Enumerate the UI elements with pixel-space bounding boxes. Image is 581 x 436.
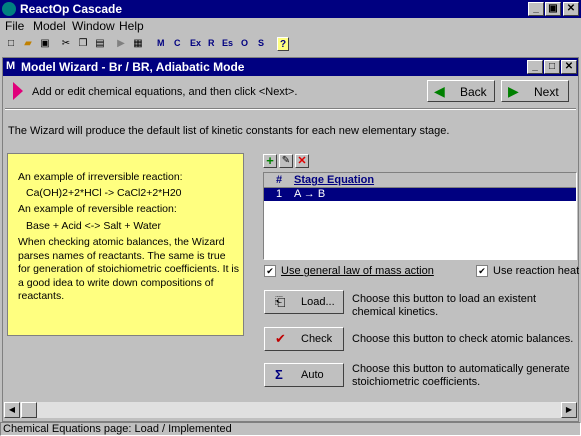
header-divider bbox=[5, 108, 576, 110]
wizard-close-button[interactable]: ✕ bbox=[561, 60, 577, 74]
load-icon: ⎗ bbox=[275, 294, 286, 309]
reaction-heat-checkbox[interactable]: ✔ bbox=[476, 265, 488, 277]
app-title: ReactOp Cascade bbox=[20, 2, 123, 16]
toolbar-s-button[interactable]: S bbox=[258, 38, 264, 48]
pointer-icon bbox=[13, 82, 23, 100]
menu-help[interactable]: Help bbox=[119, 19, 144, 33]
next-button[interactable]: ▶ Next bbox=[501, 80, 569, 102]
menu-model[interactable]: Model bbox=[33, 19, 66, 33]
wizard-instruction: Add or edit chemical equations, and then… bbox=[32, 86, 298, 98]
help-icon[interactable]: ? bbox=[277, 37, 289, 51]
app-title-bar: ReactOp Cascade _ ▣ ✕ bbox=[0, 0, 581, 18]
wizard-maximize-button[interactable]: □ bbox=[544, 60, 560, 74]
status-bar: Chemical Equations page: Load / Implemen… bbox=[0, 422, 581, 436]
wizard-header: Add or edit chemical equations, and then… bbox=[5, 77, 576, 107]
check-icon: ✔ bbox=[275, 331, 286, 346]
minimize-button[interactable]: _ bbox=[528, 2, 544, 16]
scroll-thumb[interactable] bbox=[21, 402, 37, 418]
add-stage-icon[interactable]: + bbox=[263, 154, 277, 168]
edit-stage-icon[interactable]: ✎ bbox=[279, 154, 293, 168]
menu-file[interactable]: File bbox=[5, 19, 24, 33]
example-panel: An example of irreversible reaction: Ca(… bbox=[7, 153, 244, 336]
load-description: Choose this button to load an existent c… bbox=[352, 293, 537, 318]
column-stage-equation[interactable]: Stage Equation bbox=[294, 174, 374, 186]
column-number[interactable]: # bbox=[276, 174, 282, 186]
mass-action-label[interactable]: Use general law of mass action bbox=[281, 265, 434, 277]
mass-action-checkbox[interactable]: ✔ bbox=[264, 265, 276, 277]
wizard-minimize-button[interactable]: _ bbox=[527, 60, 543, 74]
reversible-heading: An example of reversible reaction: bbox=[18, 203, 177, 215]
menu-window[interactable]: Window bbox=[72, 19, 115, 33]
row-number: 1 bbox=[276, 188, 283, 200]
toolbar-ex-button[interactable]: Ex bbox=[190, 38, 201, 48]
reversible-equation: Base + Acid <-> Salt + Water bbox=[26, 220, 162, 232]
toolbar: □ ▰ ▣ ✂ ❐ ▤ ▶ ▦ M C Ex R Es O S ? bbox=[0, 35, 581, 53]
table-row[interactable]: 1 A → B bbox=[264, 188, 576, 201]
stage-list-header: # Stage Equation bbox=[264, 173, 576, 188]
irreversible-heading: An example of irreversible reaction: bbox=[18, 171, 183, 183]
scroll-right-icon[interactable]: ▶ bbox=[561, 402, 577, 418]
copy-icon[interactable]: ❐ bbox=[75, 36, 91, 52]
irreversible-equation: Ca(OH)2+2*HCl -> CaCl2+2*H20 bbox=[26, 187, 182, 199]
toolbar-es-button[interactable]: Es bbox=[222, 38, 233, 48]
status-text: Chemical Equations page: Load / Implemen… bbox=[3, 423, 232, 435]
toolbar-c-button[interactable]: C bbox=[174, 38, 181, 48]
open-folder-icon[interactable]: ▰ bbox=[20, 36, 36, 52]
wizard-title-bar: M Model Wizard - Br / BR, Adiabatic Mode… bbox=[3, 58, 578, 76]
back-arrow-icon: ◀ bbox=[434, 83, 445, 99]
check-description: Choose this button to check atomic balan… bbox=[352, 333, 574, 345]
back-button[interactable]: ◀ Back bbox=[427, 80, 495, 102]
delete-stage-icon[interactable]: ✕ bbox=[295, 154, 309, 168]
check-button[interactable]: ✔ Check bbox=[264, 327, 344, 351]
sigma-icon: Σ bbox=[275, 367, 283, 382]
horizontal-scrollbar[interactable]: ◀ ▶ bbox=[4, 402, 577, 418]
wizard-icon[interactable]: M bbox=[6, 60, 15, 72]
new-file-icon[interactable]: □ bbox=[3, 36, 19, 52]
save-icon[interactable]: ▣ bbox=[37, 36, 53, 52]
wizard-banner: The Wizard will produce the default list… bbox=[8, 125, 450, 137]
row-equation[interactable]: A → B bbox=[294, 188, 325, 200]
run-icon[interactable]: ▶ bbox=[113, 36, 129, 52]
app-icon[interactable] bbox=[2, 2, 16, 16]
toolbar-o-button[interactable]: O bbox=[241, 38, 248, 48]
cut-icon[interactable]: ✂ bbox=[58, 36, 74, 52]
grid-icon[interactable]: ▦ bbox=[130, 36, 146, 52]
menu-bar: File Model Window Help bbox=[0, 18, 581, 34]
scroll-left-icon[interactable]: ◀ bbox=[4, 402, 20, 418]
toolbar-r-button[interactable]: R bbox=[208, 38, 215, 48]
stage-list[interactable]: # Stage Equation 1 A → B bbox=[263, 172, 577, 260]
load-button[interactable]: ⎗ Load... bbox=[264, 290, 344, 314]
auto-description: Choose this button to automatically gene… bbox=[352, 363, 570, 388]
reaction-heat-label[interactable]: Use reaction heat bbox=[493, 265, 579, 277]
wizard-title: Model Wizard - Br / BR, Adiabatic Mode bbox=[21, 60, 245, 74]
next-arrow-icon: ▶ bbox=[508, 83, 519, 99]
paste-icon[interactable]: ▤ bbox=[92, 36, 108, 52]
restore-button[interactable]: ▣ bbox=[545, 2, 561, 16]
toolbar-m-button[interactable]: M bbox=[157, 38, 165, 48]
example-note: When checking atomic balances, the Wizar… bbox=[18, 236, 239, 302]
close-button[interactable]: ✕ bbox=[563, 2, 579, 16]
auto-button[interactable]: Σ Auto bbox=[264, 363, 344, 387]
